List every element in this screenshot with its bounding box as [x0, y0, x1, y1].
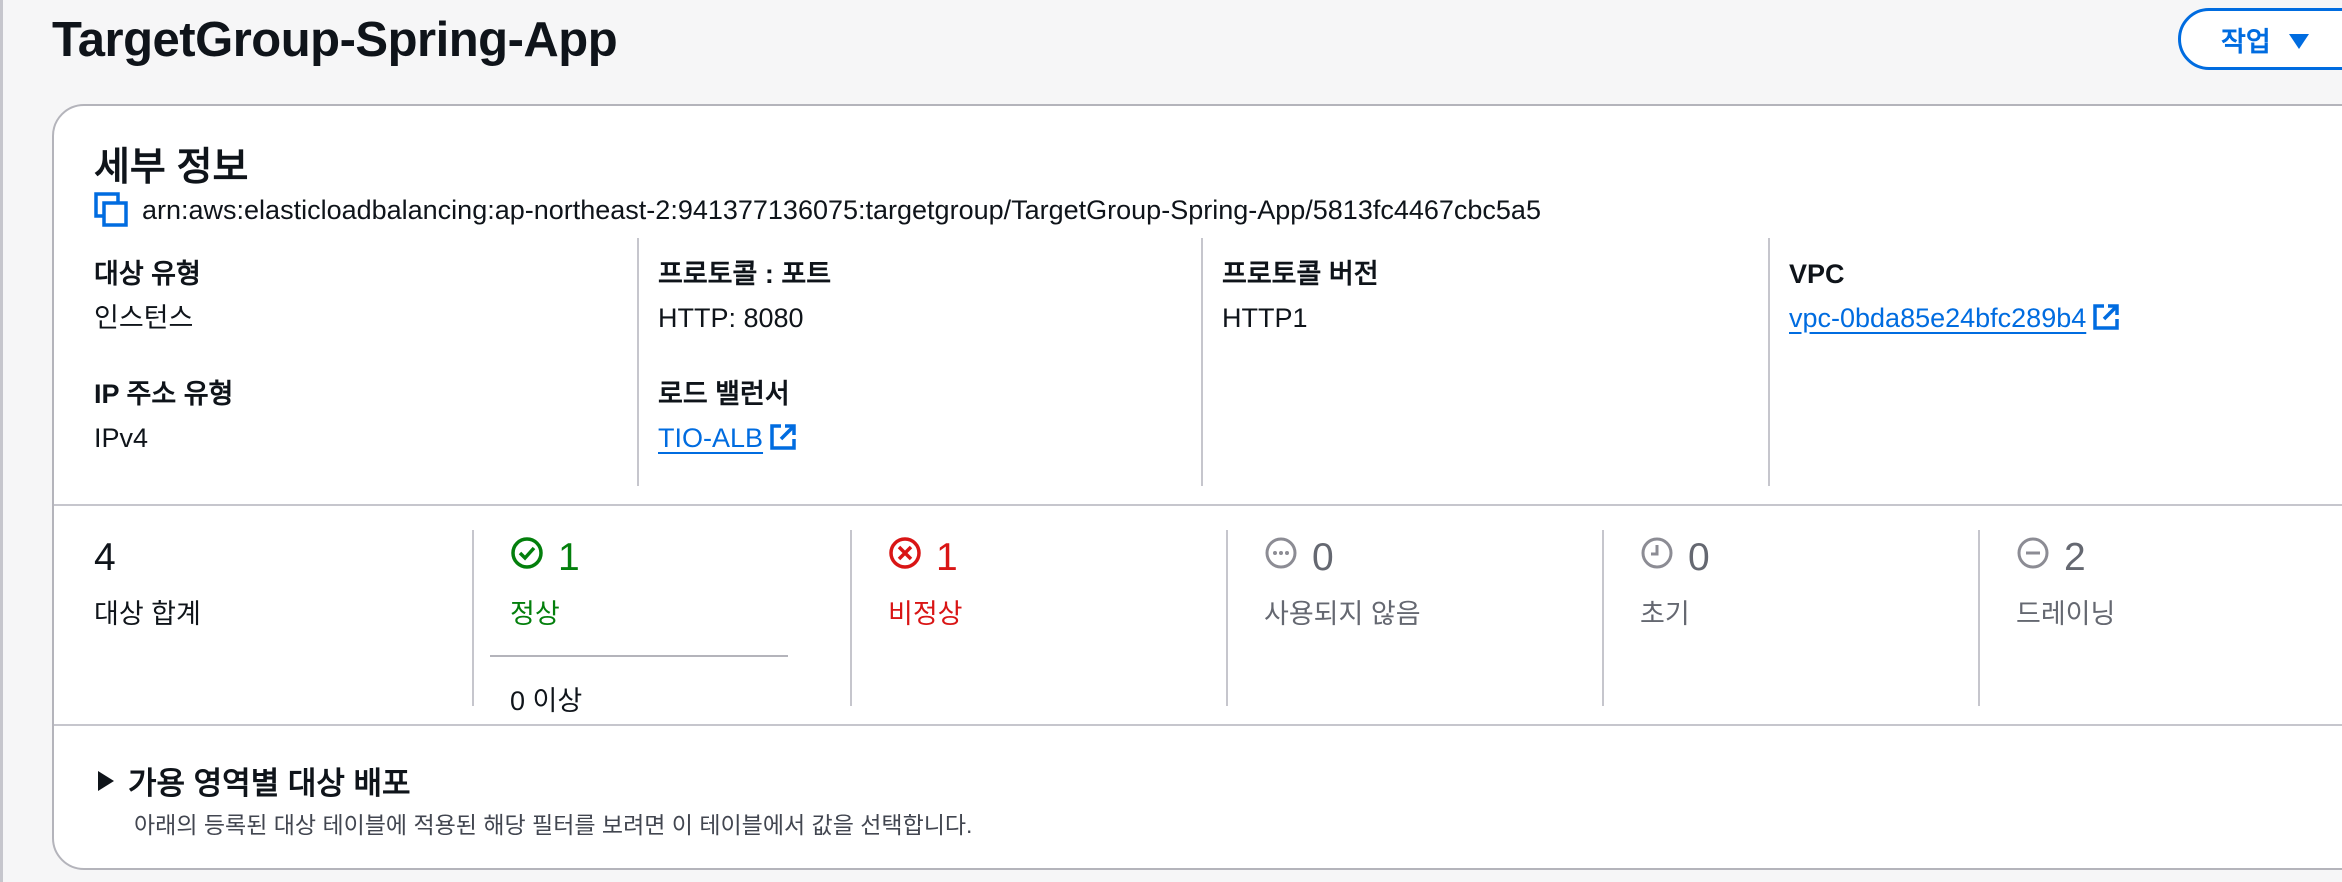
arn-text: arn:aws:elasticloadbalancing:ap-northeas…: [142, 194, 1541, 225]
actions-button-label: 작업: [2221, 26, 2271, 57]
details-column-3: 프로토콜 버전 HTTP1: [1201, 234, 1379, 486]
stat-unhealthy-label: 비정상: [888, 599, 963, 629]
protocol-port-value: HTTP: 8080: [658, 303, 804, 333]
vpc-value: vpc-0bda85e24bfc289b4: [1789, 298, 2120, 338]
stat-draining-count-row: 2: [2016, 534, 2115, 582]
vpc-label: VPC: [1789, 259, 1845, 289]
protocol-port-label: 프로토콜 : 포트: [658, 259, 832, 289]
minus-circle-icon: [2016, 534, 2050, 582]
load-balancer-label: 로드 밸런서: [658, 379, 790, 409]
stat-anomalous-label: 이상: [532, 686, 583, 716]
ip-type-value: IPv4: [94, 423, 149, 453]
stat-total-label: 대상 합계: [94, 599, 201, 629]
caret-down-icon: [2288, 33, 2309, 49]
stat-total: 4 대상 합계: [94, 526, 201, 701]
sub-divider: [490, 655, 788, 657]
stat-healthy-count: 1: [558, 536, 580, 579]
details-column-2: 프로토콜 : 포트 HTTP: 8080 로드 밸런서 TIO-ALB: [636, 234, 832, 486]
stat-unhealthy-count: 1: [936, 536, 958, 579]
stat-draining: 2 드레이닝: [1977, 526, 2116, 706]
external-link-icon[interactable]: [2092, 302, 2120, 330]
stat-initial-label: 초기: [1640, 599, 1690, 629]
az-distribution-title: 가용 영역별 대상 배포: [128, 766, 411, 801]
copy-icon[interactable]: [94, 192, 128, 228]
left-border: [0, 0, 3, 882]
target-type-label: 대상 유형: [94, 259, 201, 289]
stat-healthy: 1 정상 0 이상: [472, 526, 788, 716]
stat-anomalous-count: 0: [510, 686, 526, 716]
load-balancer-value: TIO-ALB: [658, 418, 831, 458]
stat-unhealthy: 1 비정상: [850, 526, 963, 706]
az-distribution-expander[interactable]: 가용 영역별 대상 배포: [98, 758, 411, 803]
stat-unused: 0 사용되지 않음: [1226, 526, 1421, 706]
stat-healthy-count-row: 1: [510, 534, 788, 582]
target-type-value: 인스턴스: [94, 303, 194, 333]
vpc-link[interactable]: vpc-0bda85e24bfc289b4: [1789, 303, 2086, 333]
az-distribution-description: 아래의 등록된 대상 테이블에 적용된 해당 필터를 보려면 이 테이블에서 값…: [134, 812, 973, 838]
stat-total-count: 4: [94, 536, 116, 579]
details-panel: 세부 정보 arn:aws:elasticloadbalancing:ap-no…: [52, 104, 2342, 870]
stat-unused-count: 0: [1312, 536, 1334, 579]
stat-unhealthy-count-row: 1: [888, 534, 963, 582]
stat-initial-count: 0: [1688, 536, 1710, 579]
stat-healthy-label: 정상: [510, 599, 560, 629]
stat-unused-count-row: 0: [1264, 534, 1421, 582]
stat-initial: 0 초기: [1602, 526, 1710, 706]
x-circle-icon: [888, 534, 922, 582]
stat-unused-label: 사용되지 않음: [1264, 599, 1421, 629]
divider: [54, 504, 2342, 506]
section-title: 세부 정보: [94, 146, 249, 189]
page-title: TargetGroup-Spring-App: [52, 13, 618, 67]
stat-anomalous: 0 이상: [510, 679, 788, 718]
dots-circle-icon: [1264, 534, 1298, 582]
load-balancer-link[interactable]: TIO-ALB: [658, 423, 763, 453]
protocol-version-value: HTTP1: [1222, 303, 1308, 333]
stat-initial-count-row: 0: [1640, 534, 1710, 582]
arn-row: arn:aws:elasticloadbalancing:ap-northeas…: [94, 192, 1541, 228]
check-circle-icon: [510, 534, 544, 582]
clock-icon: [1640, 534, 1674, 582]
actions-button[interactable]: 작업: [2178, 8, 2342, 70]
ip-type-label: IP 주소 유형: [94, 379, 234, 409]
caret-right-icon: [98, 770, 114, 791]
protocol-version-label: 프로토콜 버전: [1222, 259, 1379, 289]
external-link-icon[interactable]: [769, 422, 797, 450]
stat-draining-label: 드레이닝: [2016, 599, 2116, 629]
details-column-4: VPC vpc-0bda85e24bfc289b4: [1767, 234, 2120, 486]
divider: [54, 724, 2342, 726]
details-column-1: 대상 유형 인스턴스 IP 주소 유형 IPv4: [94, 234, 233, 462]
stat-draining-count: 2: [2064, 536, 2086, 579]
